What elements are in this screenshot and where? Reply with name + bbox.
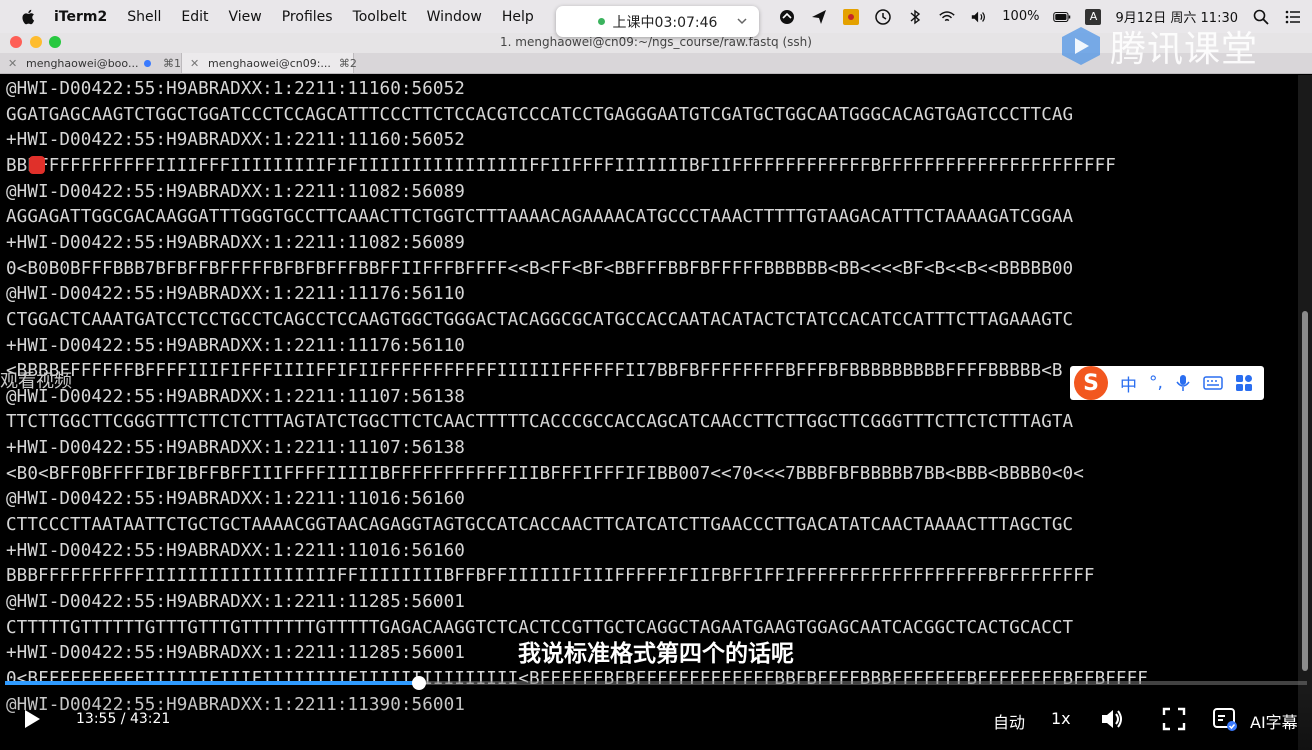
toolbox-grid-icon[interactable] (1235, 374, 1253, 392)
menu-toolbelt[interactable]: Toolbelt (353, 9, 407, 25)
tab-shortcut: ⌘1 (163, 56, 181, 70)
paper-plane-icon[interactable] (810, 8, 828, 26)
video-subtitle: 我说标准格式第四个的话呢 (518, 641, 794, 667)
ai-caption-label[interactable]: AI字幕 (1250, 709, 1298, 733)
tencent-classroom-watermark: 腾讯课堂 (1058, 22, 1288, 70)
terminal-line: @HWI-D00422:55:H9ABRADXX:1:2211:11082:56… (6, 181, 465, 202)
tab-shortcut: ⌘2 (338, 56, 357, 70)
terminal-line: +HWI-D00422:55:H9ABRADXX:1:2211:11107:56… (6, 438, 465, 459)
terminal-line: +HWI-D00422:55:H9ABRADXX:1:2211:11160:56… (6, 130, 465, 151)
terminal-line: +HWI-D00422:55:H9ABRADXX:1:2211:11176:56… (6, 335, 465, 356)
menu-view[interactable]: View (229, 9, 262, 25)
watermark-text: 腾讯课堂 (1110, 29, 1259, 70)
tab-close-icon[interactable]: ✕ (190, 57, 199, 70)
terminal-line: 0<BFFFFFFFFFFIIIIIIFIIIFIIIIIIIIFIIIIIII… (6, 668, 1148, 689)
apple-icon[interactable] (20, 8, 38, 26)
tab-label: menghaowei@boo... (26, 56, 139, 70)
progress-fill (5, 681, 420, 685)
ime-toolbar[interactable]: S 中 °, (1070, 366, 1264, 400)
terminal-line: CTGGACTCAAATGATCCTCCTGCCTCAGCCTCCAAGTGGC… (6, 309, 1074, 330)
play-icon[interactable] (22, 708, 42, 730)
class-status-pill[interactable]: 上课中03:07:46 (556, 6, 759, 37)
menu-profiles[interactable]: Profiles (282, 9, 333, 25)
tab-label: menghaowei@cn09:... (208, 56, 331, 70)
terminal-line: @HWI-D00422:55:H9ABRADXX:1:2211:11107:56… (6, 386, 465, 407)
battery-percent: 100% (1002, 9, 1040, 24)
radiation-icon[interactable] (842, 8, 860, 26)
bluetooth-icon[interactable] (906, 8, 924, 26)
playback-speed[interactable]: 1x (1051, 709, 1071, 728)
terminal-line: GGATGAGCAAGTCTGGCTGGATCCCTCCAGCATTTCCCTT… (6, 104, 1074, 125)
menu-app-name[interactable]: iTerm2 (54, 9, 107, 25)
terminal-line: BBBFFFFFFFFFFFIIIIFFFIIIIIIIIIFIFIIIIIII… (6, 155, 1116, 176)
sogou-logo-icon[interactable]: S (1074, 366, 1108, 400)
wifi-icon[interactable] (938, 8, 956, 26)
terminal-line: @HWI-D00422:55:H9ABRADXX:1:2211:11160:56… (6, 79, 465, 99)
time-machine-icon[interactable] (874, 8, 892, 26)
terminal-line: 0<B0B0BFFFBBB7BFBFFBFFFFFBFBFBFFFBBFFIIF… (6, 258, 1074, 279)
terminal-line: BBBFFFFFFFFFFIIIIIIIIIIIIIIIIIIFFIIIIIII… (6, 566, 1095, 587)
caption-icon[interactable] (1212, 706, 1238, 732)
tencent-classroom-logo-icon (1062, 27, 1100, 65)
tab-activity-dot (144, 59, 151, 67)
terminal-line: AGGAGATTGGCGACAAGGATTTGGGTGCCTTCAAACTTCT… (6, 207, 1074, 228)
terminal-line: <BBBBFFFFFFFBFFFFIIIFIFFFIIIIFFIFIIFFFFF… (6, 361, 1063, 382)
menu-help[interactable]: Help (502, 9, 534, 25)
class-status-label: 上课中03:07:46 (612, 14, 718, 31)
terminal-line: TTCTTGGCTTCGGGTTTCTTCTCTTTAGTATCTGGCTTCT… (6, 412, 1074, 433)
video-progress-bar[interactable] (5, 676, 1307, 690)
tab-2[interactable]: ✕ menghaowei@cn09:... ⌘2 (182, 53, 357, 73)
terminal-line: @HWI-D00422:55:H9ABRADXX:1:2211:11176:56… (6, 284, 465, 305)
tab-close-icon[interactable]: ✕ (8, 57, 17, 70)
live-status-dot (597, 18, 605, 25)
menu-window[interactable]: Window (427, 9, 482, 25)
microphone-icon[interactable] (1175, 374, 1191, 392)
side-overlay-text: 观看视频 (0, 371, 72, 392)
tab-1[interactable]: ✕ menghaowei@boo... ⌘1 (0, 53, 182, 73)
keyboard-icon[interactable] (1203, 375, 1223, 391)
playback-time: 13:55 / 43:21 (76, 711, 171, 727)
fullscreen-icon[interactable] (1161, 706, 1187, 732)
terminal-line: <B0<BFF0BFFFFIBFIBFFBFFIIIFFFFIIIIIBFFFF… (6, 463, 1084, 484)
ime-punctuation-toggle[interactable]: °, (1149, 373, 1163, 393)
terminal-line: +HWI-D00422:55:H9ABRADXX:1:2211:11082:56… (6, 232, 465, 253)
chevron-down-icon[interactable] (737, 16, 747, 26)
volume-icon[interactable] (970, 8, 988, 26)
cloud-icon[interactable] (778, 8, 796, 26)
terminal-line: @HWI-D00422:55:H9ABRADXX:1:2211:11285:56… (6, 592, 465, 612)
volume-icon[interactable] (1099, 706, 1125, 732)
menu-edit[interactable]: Edit (181, 9, 208, 25)
terminal-line: @HWI-D00422:55:H9ABRADXX:1:2211:11016:56… (6, 489, 465, 510)
terminal-line: +HWI-D00422:55:H9ABRADXX:1:2211:11016:56… (6, 540, 465, 561)
ime-language-toggle[interactable]: 中 (1120, 371, 1137, 396)
scroll-thumb[interactable] (1302, 311, 1308, 671)
terminal-line: CTTCCCTTAATAATTCTGCTGCTAAAACGGTAACAGAGGT… (6, 515, 1074, 536)
menu-shell[interactable]: Shell (127, 9, 161, 25)
video-controls: 13:55 / 43:21 自动 1x AI字幕 (0, 690, 1312, 750)
progress-knob[interactable] (412, 676, 427, 690)
quality-selector[interactable]: 自动 (993, 709, 1025, 733)
mouse-pointer-marker (29, 156, 45, 174)
